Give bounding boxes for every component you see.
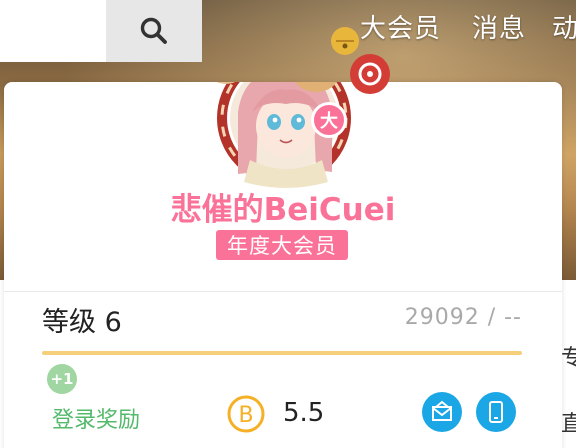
- phone-button[interactable]: [476, 392, 516, 432]
- mail-button[interactable]: [422, 392, 462, 432]
- level-label: 等级 6: [42, 307, 122, 338]
- user-popup-card: 大 悲催的BeiCuei 年度大会员: [4, 27, 562, 448]
- nav-vip[interactable]: 大会员: [360, 8, 441, 45]
- coin-balance: 5.5: [283, 398, 325, 428]
- search-icon: [140, 17, 167, 44]
- vip-badge[interactable]: 年度大会员: [216, 230, 348, 260]
- b-coin-icon: B: [227, 395, 265, 433]
- search-field[interactable]: [0, 0, 106, 62]
- nav-messages[interactable]: 消息: [472, 8, 526, 45]
- search-button[interactable]: [106, 0, 202, 62]
- exp-progress-bar: [42, 351, 522, 355]
- plus-one-badge: +1: [47, 364, 77, 394]
- login-reward-link[interactable]: 登录奖励: [52, 402, 140, 434]
- mail-icon: [432, 400, 452, 421]
- exp-progress-fill: [42, 351, 522, 355]
- exp-value: 29092 / --: [404, 305, 522, 330]
- nav-dynamics[interactable]: 动: [552, 8, 576, 45]
- side-text-2: 直: [561, 412, 576, 437]
- vip-avatar-badge: 大: [311, 102, 347, 138]
- svg-text:B: B: [238, 403, 253, 428]
- username[interactable]: 悲催的BeiCuei: [4, 184, 562, 229]
- bell-icon: [331, 27, 359, 55]
- card-divider: [4, 291, 562, 292]
- side-text-1: 专: [561, 346, 576, 371]
- phone-icon: [489, 401, 503, 423]
- emblem-icon: [350, 54, 390, 94]
